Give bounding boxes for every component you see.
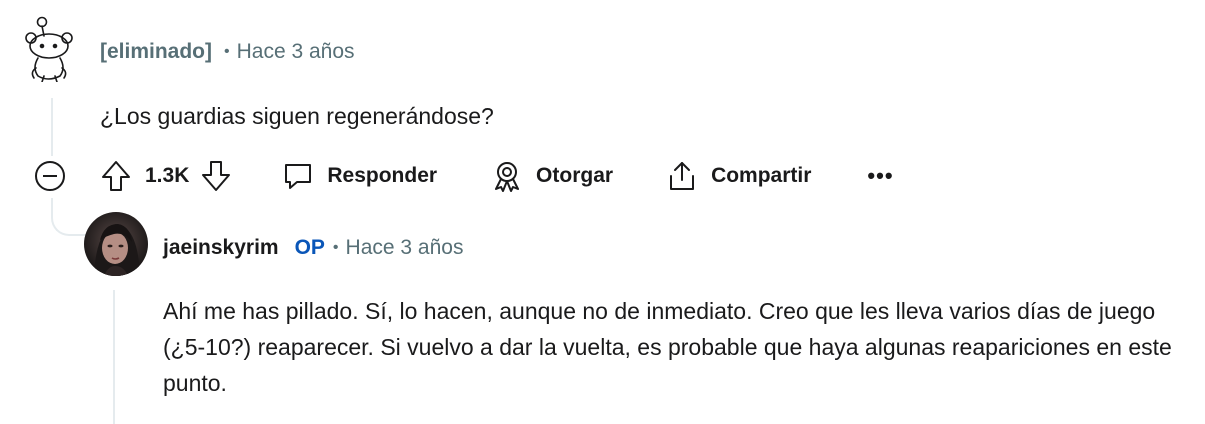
- comment-body: ¿Los guardias siguen regenerándose?: [100, 103, 494, 129]
- award-button[interactable]: Otorgar: [492, 160, 613, 192]
- deleted-user-snoo-icon: [22, 16, 80, 83]
- op-badge: OP: [294, 236, 325, 259]
- share-label: Compartir: [711, 164, 812, 187]
- more-options-button[interactable]: •••: [867, 165, 893, 187]
- minus-circle-icon: [43, 175, 57, 177]
- comment-author: [eliminado]: [100, 40, 213, 63]
- thread-line[interactable]: [51, 98, 53, 156]
- share-upload-icon: [670, 162, 695, 190]
- comment-action-bar: 1.3K Responder Otorgar Compartir •••: [30, 154, 894, 198]
- reply-timestamp[interactable]: Hace 3 años: [346, 236, 464, 260]
- reply-body: Ahí me has pillado. Sí, lo hacen, aunque…: [163, 298, 1172, 396]
- award-ribbon-icon: [495, 162, 520, 192]
- arrow-up-icon[interactable]: [101, 160, 131, 192]
- reply-meta: jaeinskyrim OP • Hace 3 años: [163, 234, 463, 262]
- arrow-down-icon[interactable]: [201, 160, 231, 192]
- share-button[interactable]: Compartir: [667, 160, 811, 192]
- meta-separator: •: [332, 239, 339, 256]
- vote-group: 1.3K: [101, 160, 231, 192]
- comment-meta: [eliminado] • Hace 3 años: [100, 38, 355, 66]
- user-avatar[interactable]: [84, 212, 148, 276]
- collapse-thread-button[interactable]: [35, 161, 65, 191]
- comment-timestamp[interactable]: Hace 3 años: [237, 40, 355, 64]
- reply-author[interactable]: jaeinskyrim: [163, 236, 279, 260]
- comment-thread: [eliminado] • Hace 3 años ¿Los guardias …: [0, 0, 1205, 424]
- award-label: Otorgar: [536, 164, 614, 187]
- vote-score: 1.3K: [145, 164, 190, 187]
- thread-branch-line: [51, 198, 87, 236]
- reply-button[interactable]: Responder: [283, 161, 437, 191]
- reply-thread-line[interactable]: [113, 290, 115, 424]
- speech-bubble-icon: [285, 164, 312, 189]
- reply-label: Responder: [327, 164, 438, 187]
- meta-separator: •: [224, 43, 230, 60]
